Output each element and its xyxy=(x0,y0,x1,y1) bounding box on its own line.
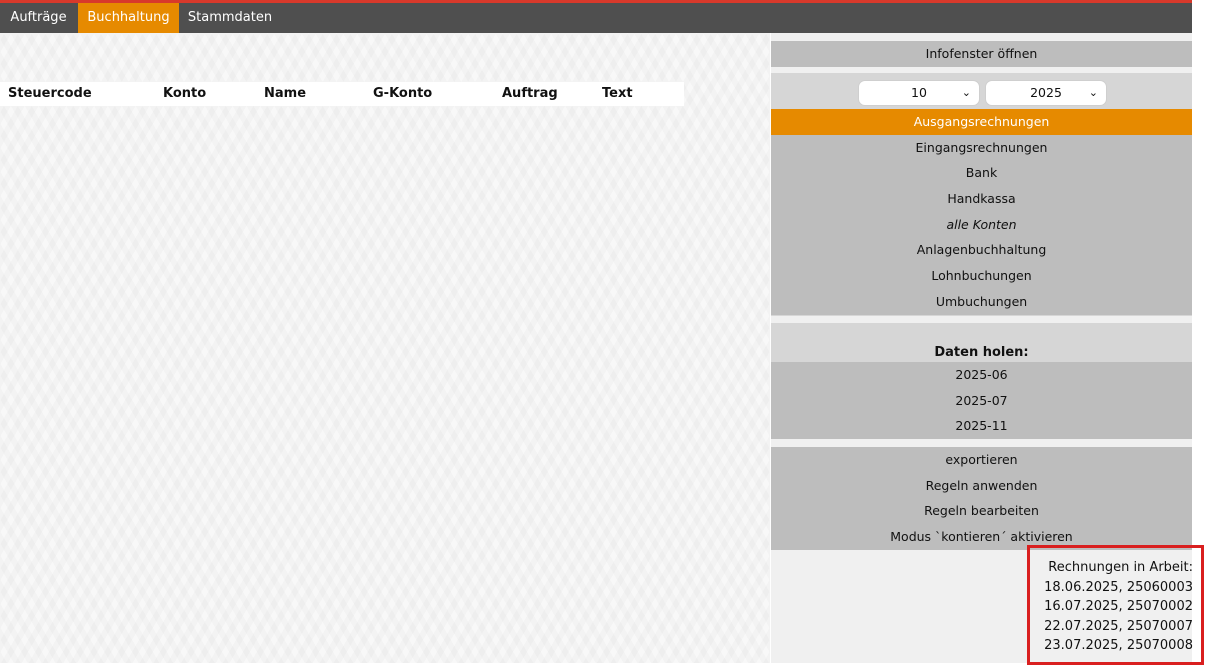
header-name[interactable]: Name xyxy=(264,86,306,101)
account-eingangsrechnungen[interactable]: Eingangsrechnungen xyxy=(771,134,1192,161)
invoices-in-progress: Rechnungen in Arbeit: 18.06.2025, 250600… xyxy=(1044,558,1193,656)
edit-rules-button[interactable]: Regeln bearbeiten xyxy=(771,498,1192,525)
chevron-down-icon: ⌄ xyxy=(1088,86,1098,99)
header-g-konto[interactable]: G-Konto xyxy=(373,86,432,101)
export-button[interactable]: exportieren xyxy=(771,447,1192,473)
invoice-entry[interactable]: 16.07.2025, 25070002 xyxy=(1044,597,1193,617)
header-konto[interactable]: Konto xyxy=(163,86,206,101)
tab-auftraege[interactable]: Aufträge xyxy=(0,3,77,33)
month-select-value: 10 xyxy=(911,85,927,100)
actions-block: exportieren Regeln anwenden Regeln bearb… xyxy=(771,447,1192,550)
fetch-period-2025-06[interactable]: 2025-06 xyxy=(771,362,1192,388)
account-bank[interactable]: Bank xyxy=(771,160,1192,187)
chevron-down-icon: ⌄ xyxy=(961,86,971,99)
account-alle-konten[interactable]: alle Konten xyxy=(771,211,1192,238)
header-steuercode[interactable]: Steuercode xyxy=(8,86,92,101)
period-account-block: 10 ⌄ 2025 ⌄ Ausgangsrechnungen Eingangsr… xyxy=(771,73,1192,316)
invoice-entry[interactable]: 18.06.2025, 25060003 xyxy=(1044,578,1193,598)
table-header-row: Steuercode Konto Name G-Konto Auftrag Te… xyxy=(0,82,684,106)
invoice-entry[interactable]: 23.07.2025, 25070008 xyxy=(1044,636,1193,656)
info-block: Infofenster öffnen xyxy=(771,41,1192,67)
header-text[interactable]: Text xyxy=(602,86,633,101)
account-list: Ausgangsrechnungen Eingangsrechnungen Ba… xyxy=(771,109,1192,315)
header-auftrag[interactable]: Auftrag xyxy=(502,86,558,101)
invoices-title: Rechnungen in Arbeit: xyxy=(1048,560,1193,575)
account-handkassa[interactable]: Handkassa xyxy=(771,186,1192,212)
year-select[interactable]: 2025 ⌄ xyxy=(985,80,1107,106)
fetch-period-list: 2025-06 2025-07 2025-11 xyxy=(771,362,1192,440)
fetch-data-block: Daten holen: 2025-06 2025-07 2025-11 xyxy=(771,323,1192,440)
month-select[interactable]: 10 ⌄ xyxy=(858,80,980,106)
account-ausgangsrechnungen[interactable]: Ausgangsrechnungen xyxy=(771,109,1192,135)
apply-rules-button[interactable]: Regeln anwenden xyxy=(771,472,1192,499)
account-lohnbuchungen[interactable]: Lohnbuchungen xyxy=(771,263,1192,289)
account-umbuchungen[interactable]: Umbuchungen xyxy=(771,288,1192,315)
fetch-period-2025-07[interactable]: 2025-07 xyxy=(771,387,1192,414)
fetch-period-2025-11[interactable]: 2025-11 xyxy=(771,413,1192,440)
open-info-window-button[interactable]: Infofenster öffnen xyxy=(771,41,1192,67)
account-anlagenbuchhaltung[interactable]: Anlagenbuchhaltung xyxy=(771,237,1192,264)
fetch-data-title: Daten holen: xyxy=(934,345,1029,360)
booking-table-area: Steuercode Konto Name G-Konto Auftrag Te… xyxy=(0,33,770,663)
tab-buchhaltung[interactable]: Buchhaltung xyxy=(78,3,179,33)
main-navbar: Aufträge Buchhaltung Stammdaten xyxy=(0,3,1192,33)
invoice-entry[interactable]: 22.07.2025, 25070007 xyxy=(1044,617,1193,637)
tab-stammdaten[interactable]: Stammdaten xyxy=(179,3,281,33)
year-select-value: 2025 xyxy=(1030,85,1062,100)
